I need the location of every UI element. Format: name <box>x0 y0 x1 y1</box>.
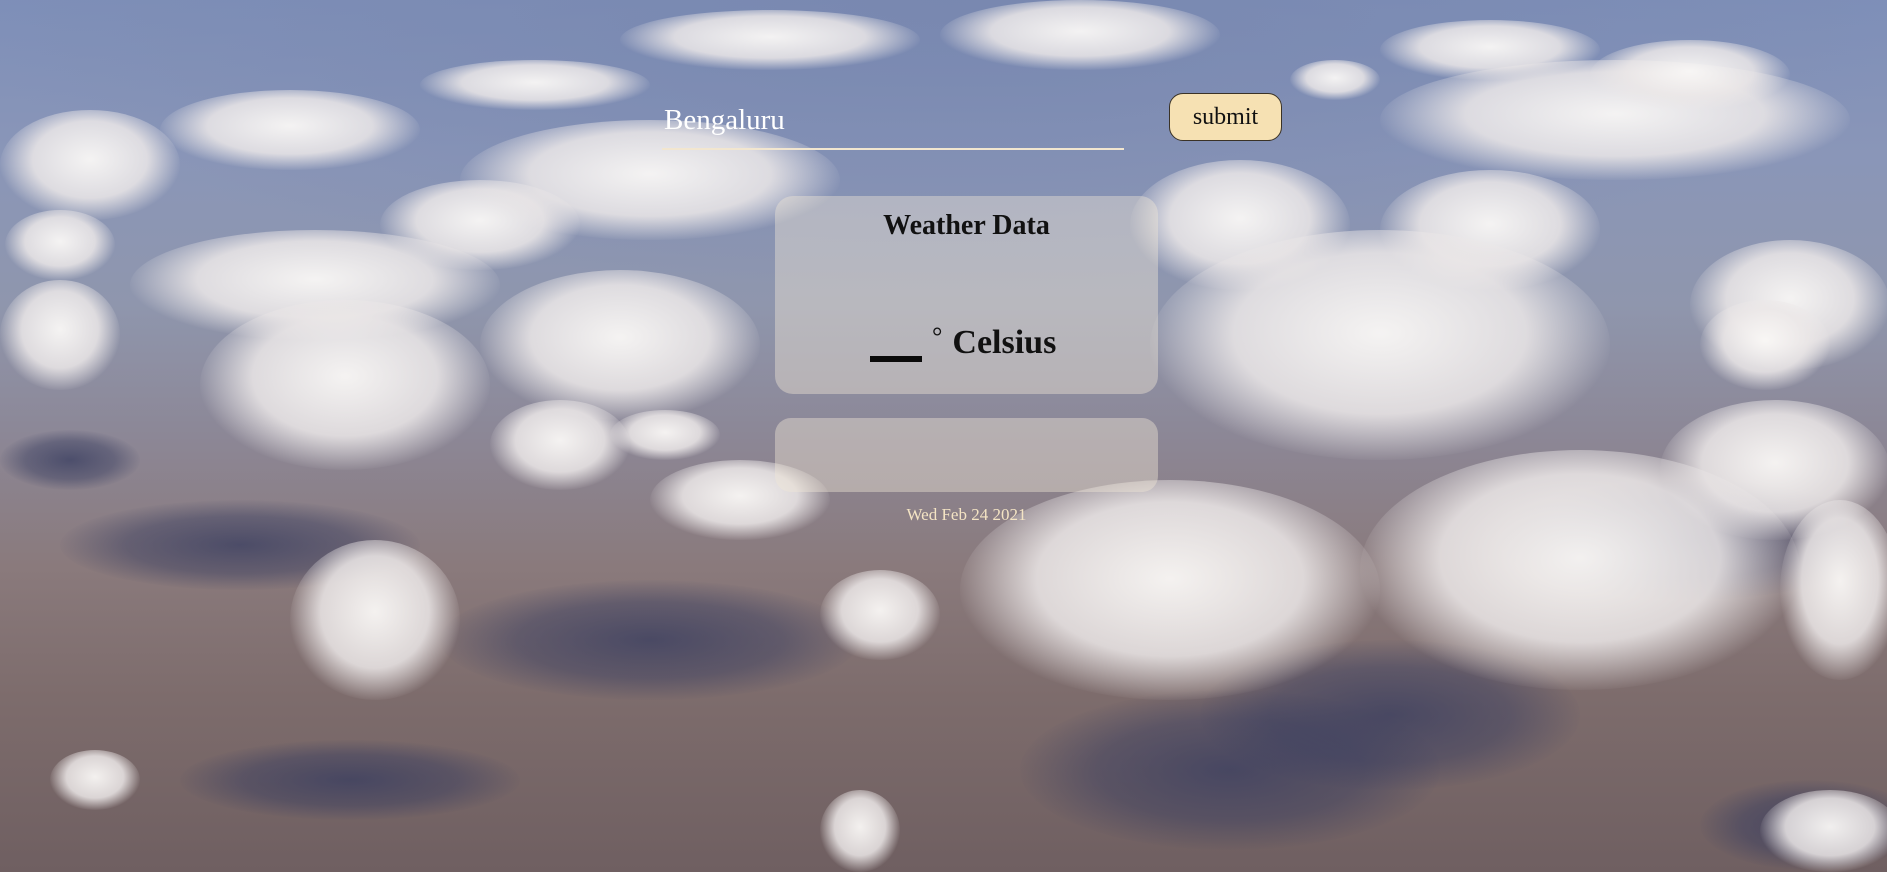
cloud-shadow <box>440 580 860 700</box>
cloud <box>940 0 1220 70</box>
cloud <box>1760 790 1887 872</box>
cloud <box>290 540 460 700</box>
cloud <box>820 790 900 872</box>
cloud <box>1590 40 1790 110</box>
cloud <box>160 90 420 170</box>
temperature-unit: Celsius <box>952 324 1057 361</box>
cloud-shadow <box>180 740 520 820</box>
cloud <box>480 270 760 420</box>
cloud <box>1290 60 1380 100</box>
cloud <box>420 60 650 110</box>
cloud <box>620 10 920 70</box>
cloud <box>50 750 140 810</box>
cloud <box>0 110 180 220</box>
temperature-value-placeholder <box>870 356 922 362</box>
cloud <box>490 400 630 490</box>
cloud-shadow <box>0 430 140 490</box>
cloud <box>820 570 940 660</box>
date-label: Wed Feb 24 2021 <box>906 505 1027 524</box>
weather-details-card <box>775 418 1158 492</box>
cloud <box>1780 500 1887 680</box>
cloud <box>1150 230 1610 460</box>
temperature-row: ° Celsius <box>870 322 1056 372</box>
weather-data-card: Weather Data ° Celsius <box>775 196 1158 394</box>
card-title: Weather Data <box>883 210 1050 241</box>
cloud <box>0 280 120 390</box>
cloud <box>610 410 720 460</box>
city-search-input[interactable] <box>662 92 1124 150</box>
degree-symbol: ° <box>932 322 943 351</box>
cloud <box>5 210 115 280</box>
cloud <box>200 300 490 470</box>
cloud <box>1360 450 1800 690</box>
cloud <box>1700 300 1830 390</box>
submit-button[interactable]: submit <box>1169 93 1282 141</box>
